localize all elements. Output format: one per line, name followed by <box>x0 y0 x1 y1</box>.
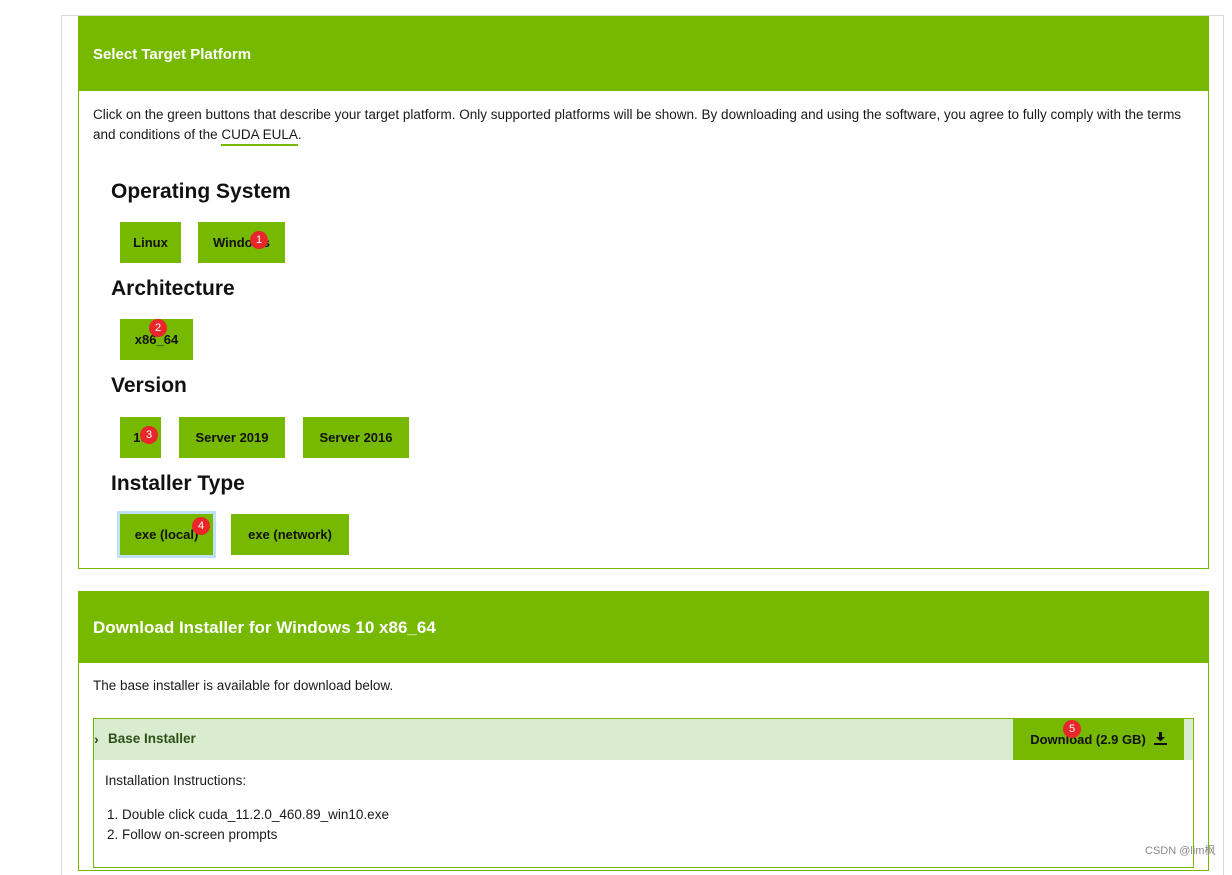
installation-steps: 1. Double click cuda_11.2.0_460.89_win10… <box>107 805 389 845</box>
download-installer-header: Download Installer for Windows 10 x86_64 <box>79 592 1208 663</box>
watermark: CSDN @lim枫 <box>1145 845 1216 857</box>
installation-step: 2. Follow on-screen prompts <box>107 827 278 842</box>
installation-instructions-title: Installation Instructions: <box>105 773 247 788</box>
version-server-2019-button[interactable]: Server 2019 <box>179 417 285 458</box>
select-platform-header: Select Target Platform <box>79 17 1208 91</box>
chevron-right-icon: › <box>94 731 99 747</box>
download-button[interactable]: Download (2.9 GB) 5 <box>1013 719 1184 760</box>
installer-exe-network-button[interactable]: exe (network) <box>231 514 349 555</box>
version-10-button[interactable]: 10 3 <box>120 417 161 458</box>
architecture-heading: Architecture <box>111 277 235 300</box>
step-badge-5: 5 <box>1063 720 1081 738</box>
installer-exe-local-button[interactable]: exe (local) 4 <box>117 511 216 558</box>
installation-step: 1. Double click cuda_11.2.0_460.89_win10… <box>107 807 389 822</box>
base-installer-box: › Base Installer Download (2.9 GB) 5 Ins… <box>93 718 1194 868</box>
download-installer-panel: Download Installer for Windows 10 x86_64… <box>78 591 1209 871</box>
version-heading: Version <box>111 374 187 397</box>
arch-x86-64-button[interactable]: x86_64 2 <box>120 319 193 360</box>
intro-text: Click on the green buttons that describe… <box>93 105 1193 146</box>
base-installer-label: Base Installer <box>108 731 196 746</box>
step-badge-3: 3 <box>140 426 158 444</box>
download-description: The base installer is available for down… <box>93 678 394 693</box>
cuda-eula-link[interactable]: CUDA EULA <box>221 127 298 146</box>
os-windows-button[interactable]: Windows 1 <box>198 222 285 263</box>
step-badge-1: 1 <box>250 231 268 249</box>
select-platform-panel: Select Target Platform Click on the gree… <box>78 16 1209 569</box>
step-badge-2: 2 <box>149 319 167 337</box>
version-server-2016-button[interactable]: Server 2016 <box>303 417 409 458</box>
download-icon <box>1153 731 1167 748</box>
installer-type-heading: Installer Type <box>111 472 245 495</box>
os-linux-button[interactable]: Linux <box>120 222 181 263</box>
step-badge-4: 4 <box>192 517 210 535</box>
os-heading: Operating System <box>111 180 291 203</box>
base-installer-header[interactable]: › Base Installer Download (2.9 GB) 5 <box>94 719 1193 760</box>
